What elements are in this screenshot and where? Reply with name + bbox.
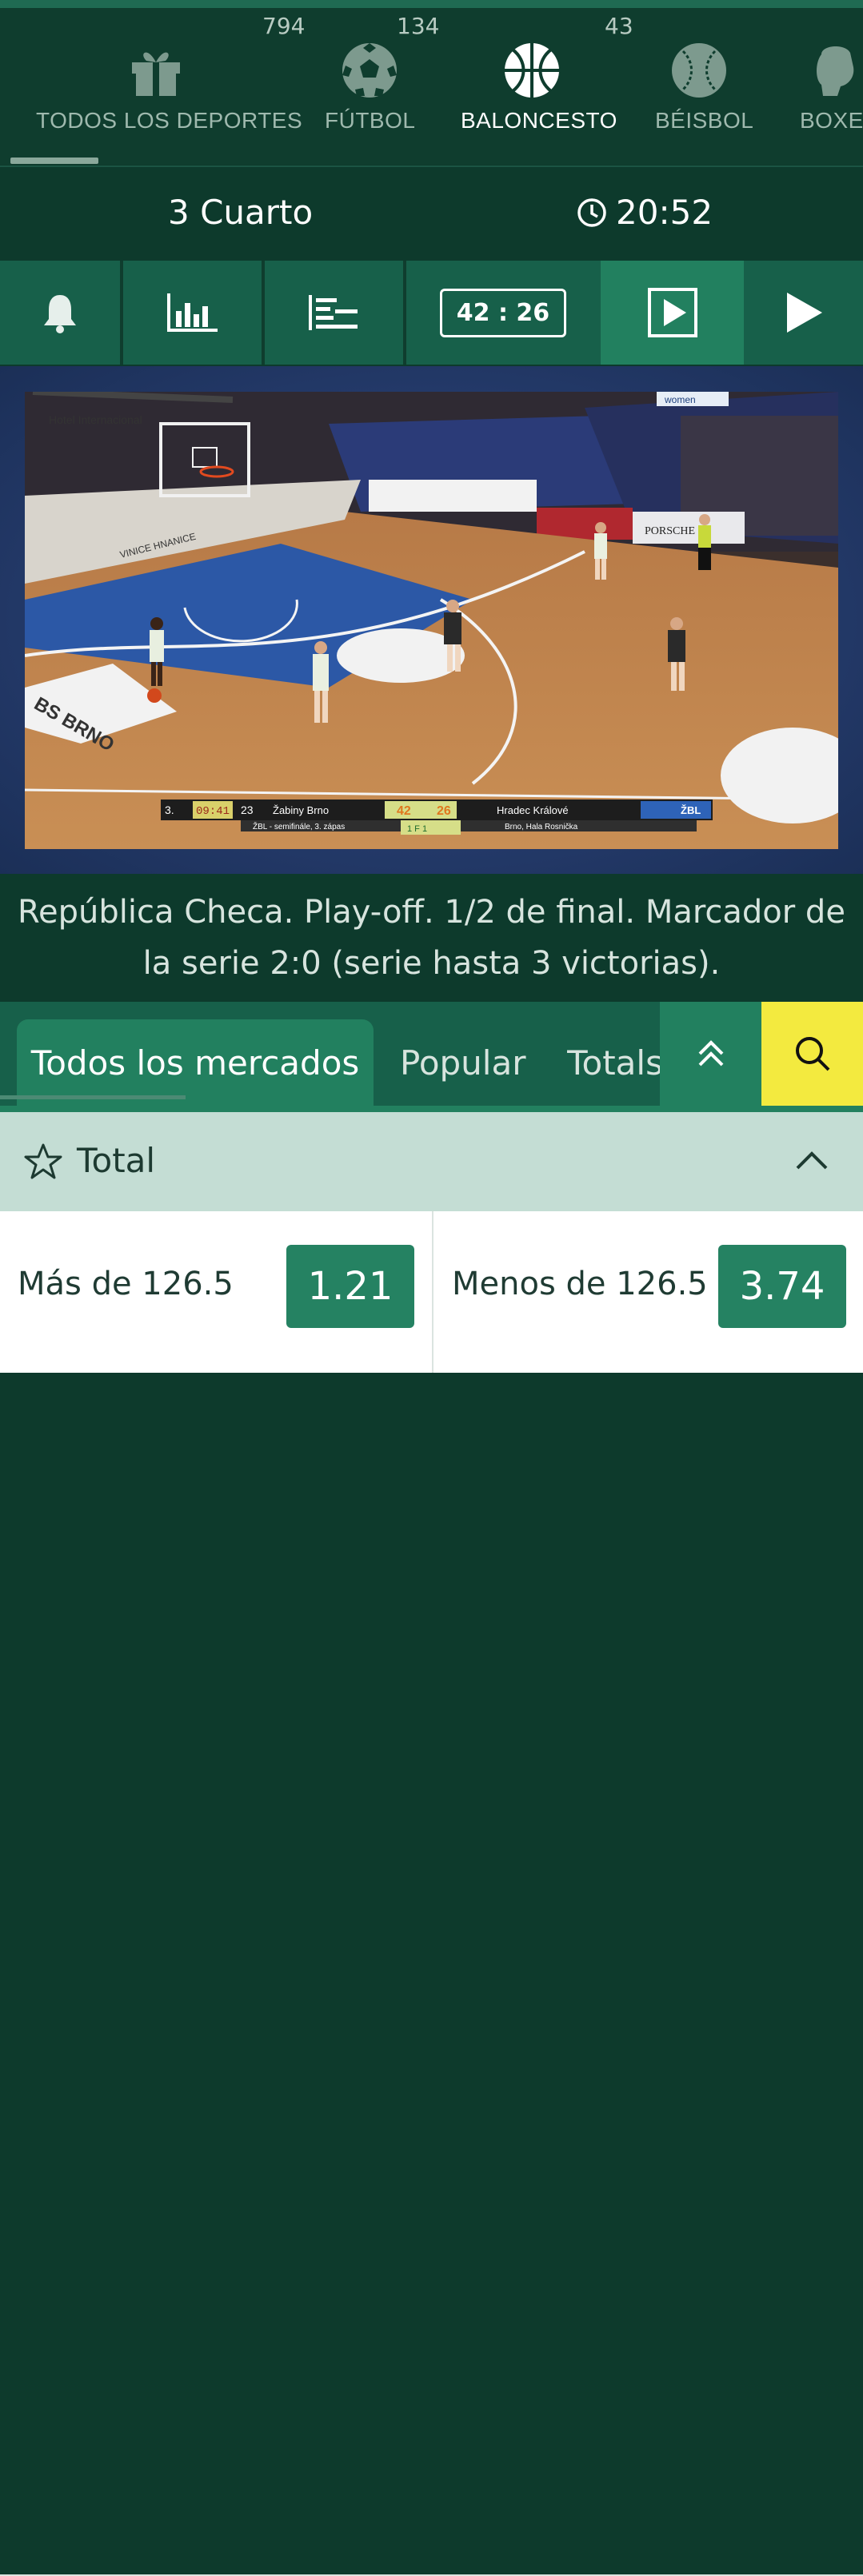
scoreboard-away: Hradec Králové xyxy=(497,804,569,816)
video-frame[interactable]: PORSCHE Hotel Internacional VINICE HNANI… xyxy=(25,392,838,849)
sport-tab-basketball[interactable]: 134 BALONCESTO xyxy=(397,8,617,165)
statistics-button[interactable] xyxy=(123,261,262,365)
star-icon[interactable] xyxy=(24,1142,62,1181)
scoreboard-quarter: 3. xyxy=(165,804,174,816)
play-icon xyxy=(786,293,822,333)
outcome-over-label: Más de 126.5 xyxy=(18,1266,234,1302)
baseball-icon xyxy=(672,43,726,98)
gift-icon xyxy=(132,52,180,96)
sport-tab-all[interactable]: TODOS LOS DEPORTES xyxy=(24,8,302,165)
scoreboard-fouls: 1 F 1 xyxy=(407,824,427,834)
period-label: 3 Cuarto xyxy=(168,193,314,232)
tab-all-markets[interactable]: Todos los mercados xyxy=(17,1019,374,1106)
sport-tab-baseball[interactable]: 43 BÉISBOL xyxy=(605,8,760,165)
match-clock: 20:52 xyxy=(576,193,713,232)
ad-text: women xyxy=(664,394,696,405)
video-scoreboard: 3. 09:41 23 Žabiny Brno 42 26 Hradec Krá… xyxy=(161,800,713,835)
tab-popular[interactable]: Popular xyxy=(400,1019,525,1106)
sport-count-basketball: 134 xyxy=(397,13,440,39)
match-time: 20:52 xyxy=(616,193,713,232)
stats-chart-icon xyxy=(166,293,218,332)
search-button[interactable] xyxy=(761,1002,863,1106)
sport-label-all: TODOS LOS DEPORTES xyxy=(36,108,303,133)
scoreboard-home: Žabiny Brno xyxy=(273,804,329,816)
match-toolbar: 42 : 26 xyxy=(0,261,863,365)
scoreboard-league: ŽBL - semifinále, 3. zápas xyxy=(253,821,345,831)
sports-scroll-indicator xyxy=(10,158,98,164)
scoreboard-shot-clock: 23 xyxy=(241,804,254,816)
outcome-under-label: Menos de 126.5 xyxy=(452,1266,708,1302)
video-player[interactable]: PORSCHE Hotel Internacional VINICE HNANI… xyxy=(0,366,863,874)
bell-icon xyxy=(44,295,76,333)
market-outcomes: Más de 126.5 1.21 Menos de 126.5 3.74 xyxy=(0,1211,863,2576)
market-title: Total xyxy=(77,1141,156,1180)
scoreboard-venue: Brno, Hala Rosnička xyxy=(505,823,578,831)
lineup-list-icon xyxy=(308,295,358,330)
chevron-up-icon[interactable] xyxy=(794,1147,829,1173)
sport-label-boxing: BOXE xyxy=(800,108,863,133)
notifications-button[interactable] xyxy=(0,261,120,365)
search-icon xyxy=(795,1037,829,1071)
outcome-over[interactable]: Más de 126.5 1.21 xyxy=(0,1211,432,1363)
play-button[interactable] xyxy=(744,261,863,365)
ad-text: PORSCHE xyxy=(645,525,695,537)
tv-play-icon xyxy=(647,288,697,337)
ad-text: Hotel Internacional xyxy=(49,413,142,426)
score-display: 42 : 26 xyxy=(439,288,567,337)
scoreboard-home-score: 42 xyxy=(397,804,411,818)
double-chevron-up-icon xyxy=(698,1040,723,1067)
basketball-icon xyxy=(505,43,559,98)
scoreboard-league-logo: ŽBL xyxy=(681,804,701,816)
sports-selector: TODOS LOS DEPORTES 794 FÚTBOL 134 BALONC… xyxy=(0,8,863,165)
sport-label-football: FÚTBOL xyxy=(325,108,416,133)
score-button[interactable]: 42 : 26 xyxy=(406,261,600,365)
clock-icon xyxy=(577,197,606,227)
market-header-total[interactable]: Total xyxy=(0,1112,863,1211)
tab-totals[interactable]: Totals xyxy=(567,1019,660,1106)
top-accent-strip xyxy=(0,0,863,8)
sport-label-baseball: BÉISBOL xyxy=(655,108,754,133)
sport-tab-boxing[interactable]: 1 BOXE xyxy=(788,8,863,165)
outcome-under-odd[interactable]: 3.74 xyxy=(718,1245,846,1328)
tabs-underline xyxy=(0,1106,863,1112)
basketball-court-video: PORSCHE Hotel Internacional VINICE HNANI… xyxy=(25,392,838,849)
scoreboard-clock: 09:41 xyxy=(196,805,230,818)
collapse-all-button[interactable] xyxy=(660,1002,761,1106)
lineup-button[interactable] xyxy=(265,261,403,365)
tv-stream-button[interactable] xyxy=(601,261,744,365)
outcome-over-odd[interactable]: 1.21 xyxy=(286,1245,414,1328)
sport-count-baseball: 43 xyxy=(605,13,633,39)
scoreboard-away-score: 26 xyxy=(437,804,451,818)
tabs-scroll-indicator xyxy=(0,1095,186,1099)
boxing-glove-icon xyxy=(817,46,854,96)
outcome-under[interactable]: Menos de 126.5 3.74 xyxy=(433,1211,863,1363)
match-description: República Checa. Play-off. 1/2 de final.… xyxy=(0,874,863,1002)
referee xyxy=(698,514,711,570)
sport-label-basketball: BALONCESTO xyxy=(461,108,617,133)
match-status-bar: 3 Cuarto 20:52 xyxy=(0,167,863,255)
soccer-ball-icon xyxy=(342,43,397,98)
sport-count-football: 794 xyxy=(262,13,306,39)
